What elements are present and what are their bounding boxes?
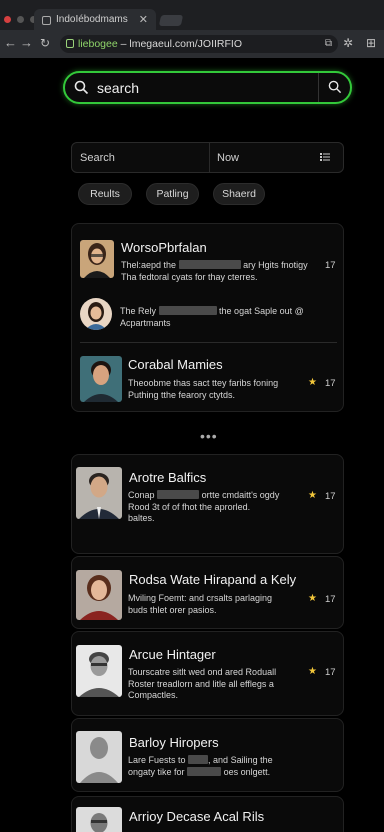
avatar bbox=[80, 356, 122, 402]
avatar bbox=[76, 731, 122, 783]
reload-icon[interactable]: ↻ bbox=[40, 36, 50, 50]
item-name: Corabal Mamies bbox=[128, 357, 223, 372]
item-description: Mviling Foemt: and crsalts parlaging bud… bbox=[128, 593, 273, 615]
item-name: Arotre Balfics bbox=[129, 470, 207, 485]
back-icon[interactable]: ← bbox=[4, 35, 17, 50]
extensions-icon[interactable]: ✲ bbox=[343, 36, 353, 50]
item-name: Rodsa Wate Hirapand a Kely bbox=[129, 572, 297, 587]
star-icon: ★ bbox=[308, 377, 317, 388]
item-description: Theoobme thas sact ttey faribs foning Pu… bbox=[128, 378, 279, 400]
item-description: Tourscatre sitlt wed ond ared Roduall Ro… bbox=[128, 667, 277, 700]
divider bbox=[80, 342, 337, 343]
item-description: Thel:aepd the ary Hgits fnotigy Tha fedt… bbox=[121, 260, 308, 282]
sort-filter[interactable]: Now bbox=[217, 152, 239, 164]
item-name: Arrioy Decase Acal Rils bbox=[129, 809, 265, 824]
avatar bbox=[76, 570, 122, 620]
result-card[interactable]: Arcue Hintager Tourscatre sitlt wed ond … bbox=[71, 631, 344, 716]
bookmark-icon[interactable]: ⧉ bbox=[325, 38, 332, 49]
chip-results[interactable]: Reults bbox=[78, 183, 132, 205]
item-name: Arcue Hintager bbox=[129, 647, 216, 662]
new-tab-button[interactable] bbox=[158, 15, 184, 26]
result-card[interactable]: Arrioy Decase Acal Rils bbox=[71, 796, 344, 832]
favicon-icon bbox=[42, 16, 51, 25]
list-item[interactable]: Corabal Mamies Theoobme thas sact ttey f… bbox=[72, 344, 345, 412]
filter-bar: Search Now bbox=[71, 142, 344, 173]
star-icon: ★ bbox=[308, 490, 317, 501]
search-box[interactable] bbox=[63, 71, 352, 104]
search-divider bbox=[318, 73, 319, 102]
item-description: Lare Fuests to , and Sailing the ongaty … bbox=[128, 755, 273, 777]
avatar bbox=[80, 298, 112, 330]
item-description: The Rely the ogat Saple out @ Acpartmant… bbox=[120, 306, 304, 328]
search-input[interactable] bbox=[97, 78, 307, 98]
result-card[interactable]: Arotre Balfics Conap ortte cmdaitt's ogd… bbox=[71, 454, 344, 554]
filter-settings-icon[interactable] bbox=[320, 152, 330, 162]
lock-icon bbox=[66, 39, 74, 48]
avatar bbox=[80, 240, 114, 278]
search-icon bbox=[74, 80, 89, 95]
browser-toolbar: ← → ↻ liebogee – lmegaeul.com/JOIIRFIO ⧉… bbox=[0, 30, 384, 58]
item-count: 17 bbox=[325, 667, 336, 678]
item-count: 17 bbox=[325, 378, 336, 389]
chip-patling[interactable]: Patling bbox=[146, 183, 199, 205]
avatar bbox=[76, 807, 122, 832]
item-description: Conap ortte cmdaitt's ogdy Rood 3t of of… bbox=[128, 490, 280, 523]
star-icon: ★ bbox=[308, 593, 317, 604]
browser-tab-bar: IndoIébodmams ✕ bbox=[0, 0, 384, 31]
browser-tab[interactable]: IndoIébodmams ✕ bbox=[34, 9, 156, 31]
tab-title: IndoIébodmams bbox=[56, 14, 128, 25]
forward-icon[interactable]: → bbox=[20, 35, 33, 50]
chip-shared[interactable]: Shaerd bbox=[213, 183, 265, 205]
result-card[interactable]: Rodsa Wate Hirapand a Kely Mviling Foemt… bbox=[71, 556, 344, 629]
item-count: 17 bbox=[325, 491, 336, 502]
profile-icon[interactable]: ⊞ bbox=[366, 36, 376, 50]
item-name: WorsoPbrfalan bbox=[121, 240, 207, 255]
close-window-icon[interactable] bbox=[4, 16, 11, 23]
address-bar[interactable]: liebogee – lmegaeul.com/JOIIRFIO ⧉ bbox=[60, 35, 338, 53]
filter-divider bbox=[209, 143, 210, 172]
item-name: Barloy Hiropers bbox=[129, 735, 219, 750]
url-host: liebogee bbox=[78, 38, 118, 50]
list-item[interactable]: The Rely the ogat Saple out @ Acpartmant… bbox=[72, 294, 345, 344]
avatar bbox=[76, 467, 122, 519]
result-card[interactable]: Barloy Hiropers Lare Fuests to , and Sai… bbox=[71, 718, 344, 792]
list-item[interactable]: WorsoPbrfalan Thel:aepd the ary Hgits fn… bbox=[72, 224, 345, 294]
star-icon: ★ bbox=[308, 666, 317, 677]
search-filter[interactable]: Search bbox=[80, 152, 115, 164]
url-path: – lmegaeul.com/JOIIRFIO bbox=[117, 38, 242, 50]
item-count: 17 bbox=[325, 594, 336, 605]
avatar bbox=[76, 645, 122, 697]
window-controls[interactable] bbox=[4, 16, 37, 23]
results-card: WorsoPbrfalan Thel:aepd the ary Hgits fn… bbox=[71, 223, 344, 412]
more-ellipsis-icon[interactable]: ••• bbox=[200, 428, 218, 444]
item-count: 17 bbox=[325, 260, 336, 271]
search-submit-icon[interactable] bbox=[328, 80, 342, 94]
close-tab-icon[interactable]: ✕ bbox=[139, 13, 148, 26]
minimize-window-icon[interactable] bbox=[17, 16, 24, 23]
